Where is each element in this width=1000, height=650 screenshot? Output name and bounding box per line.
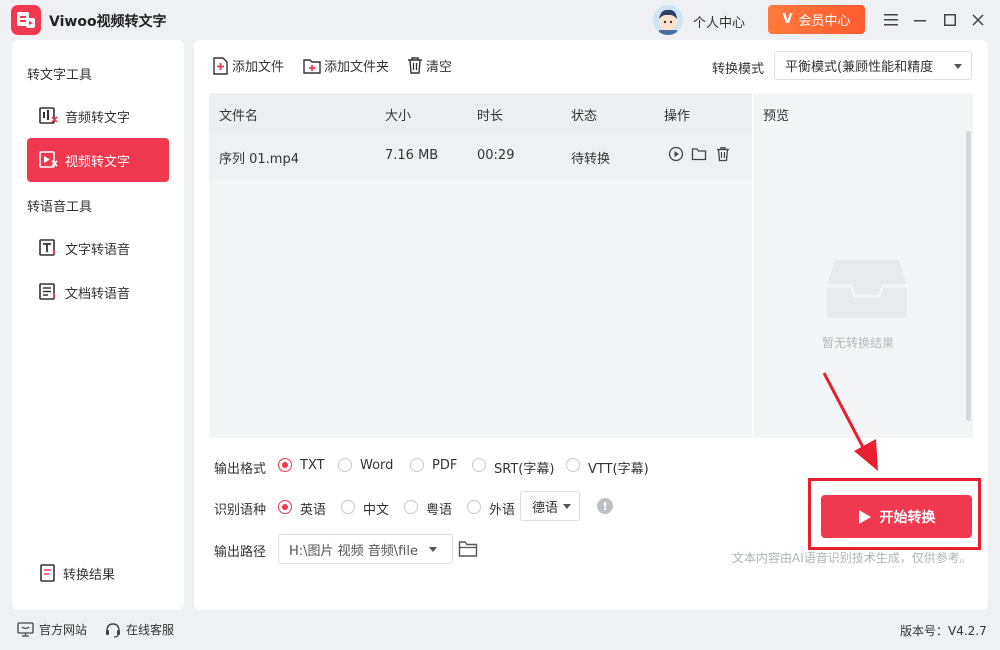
file-table: 文件名 大小 时长 状态 操作 序列 01.mp4 7.16 MB 00:29 … [209, 93, 752, 438]
table-row[interactable]: 序列 01.mp4 7.16 MB 00:29 待转换 [209, 131, 752, 179]
trash-icon [408, 57, 422, 74]
sidebar-item-text-to-speech[interactable]: 文字转语音 [27, 226, 169, 270]
column-header-status: 状态 [571, 109, 598, 124]
conversion-mode-label: 转换模式 [712, 62, 765, 77]
main-panel: 添加文件 添加文件夹 清空 转换模式 平衡模式(兼顾性能和精度 文件名 大小 时… [194, 40, 988, 610]
sidebar-item-audio-to-text[interactable]: 音频转文字 [27, 94, 169, 138]
file-size-cell: 7.16 MB [385, 148, 439, 163]
maximize-icon[interactable] [940, 10, 960, 30]
lang-radio-english[interactable] [278, 500, 292, 514]
column-header-size: 大小 [385, 109, 412, 124]
format-radio-srt[interactable] [472, 458, 486, 472]
lang-option-label: 中文 [363, 503, 390, 518]
add-folder-button[interactable]: 添加文件夹 [303, 56, 389, 75]
minimize-icon[interactable] [910, 10, 930, 30]
lang-radio-cantonese[interactable] [404, 500, 418, 514]
file-status-cell: 待转换 [571, 152, 611, 167]
play-icon[interactable] [668, 146, 684, 162]
sidebar-item-results[interactable]: 转换结果 [27, 551, 169, 595]
chevron-down-icon [429, 547, 437, 552]
format-radio-word[interactable] [338, 458, 352, 472]
add-file-button[interactable]: 添加文件 [212, 56, 284, 75]
video-doc-icon [39, 151, 58, 168]
play-icon [858, 509, 871, 524]
output-path-select[interactable]: H:\图片 视频 音频\file [278, 534, 453, 564]
format-option-label: Word [360, 458, 394, 473]
sidebar-item-video-to-text[interactable]: 视频转文字 [27, 138, 169, 182]
menu-icon[interactable] [881, 10, 901, 30]
table-header: 文件名 大小 时长 状态 操作 [209, 93, 752, 131]
preview-title: 预览 [763, 109, 790, 124]
column-header-actions: 操作 [664, 109, 691, 124]
results-doc-icon [40, 564, 55, 582]
column-header-name: 文件名 [219, 109, 259, 124]
format-radio-pdf[interactable] [410, 458, 424, 472]
recognition-language-label: 识别语种 [214, 503, 267, 518]
sidebar-item-label: 文档转语音 [65, 286, 131, 302]
vip-center-label: 会员中心 [798, 14, 851, 29]
section-text-tools: 转文字工具 [27, 68, 93, 83]
sidebar-item-doc-to-speech[interactable]: 文档转语音 [27, 270, 169, 314]
sidebar-item-label: 文字转语音 [65, 242, 131, 258]
conversion-mode-select[interactable]: 平衡模式(兼顾性能和精度 [774, 51, 972, 80]
audio-doc-icon [39, 107, 58, 124]
empty-inbox-icon [827, 260, 907, 318]
delete-icon[interactable] [715, 146, 731, 162]
sidebar-item-label: 视频转文字 [65, 154, 131, 170]
lang-option-label: 粤语 [426, 503, 453, 518]
column-header-duration: 时长 [477, 109, 504, 124]
add-file-icon [213, 56, 228, 75]
lang-option-label: 英语 [300, 503, 327, 518]
info-icon[interactable]: ! [597, 498, 613, 514]
title-bar: Viwoo视频转文字 个人中心 V 会员中心 [0, 0, 1000, 40]
format-option-label: PDF [432, 458, 458, 473]
empty-result-text: 暂无转换结果 [822, 336, 895, 350]
format-radio-vtt[interactable] [566, 458, 580, 472]
start-conversion-button[interactable]: 开始转换 [821, 495, 972, 538]
clear-button[interactable]: 清空 [407, 56, 452, 75]
file-name-cell: 序列 01.mp4 [219, 152, 299, 167]
close-icon[interactable] [968, 10, 988, 30]
output-path-label: 输出路径 [214, 545, 267, 560]
file-duration-cell: 00:29 [477, 148, 515, 163]
sidebar-item-label: 音频转文字 [65, 110, 131, 126]
add-folder-icon [303, 58, 321, 74]
vip-center-button[interactable]: V 会员中心 [768, 5, 865, 34]
browse-folder-icon[interactable] [458, 540, 478, 558]
format-option-label: TXT [300, 458, 325, 473]
format-option-label: VTT(字幕) [588, 462, 649, 477]
chevron-down-icon [563, 504, 571, 509]
lang-option-label: 外语 [489, 503, 516, 518]
annotation-arrow-icon [822, 372, 878, 471]
ai-disclaimer-text: 文本内容由AI语音识别技术生成，仅供参考。 [732, 551, 972, 565]
sidebar: 转文字工具 音频转文字 视频转文字 转语音工具 文字转语音 文档转语音 转换结果 [12, 40, 184, 610]
app-title: Viwoo视频转文字 [49, 14, 167, 30]
headset-icon [106, 622, 120, 638]
folder-icon[interactable] [691, 146, 707, 162]
app-logo-icon [11, 5, 41, 35]
official-website-link[interactable]: 官方网站 [17, 621, 87, 638]
profile-center-link[interactable]: 个人中心 [693, 12, 745, 31]
section-speech-tools: 转语音工具 [27, 200, 93, 215]
monitor-icon [17, 622, 34, 637]
doc-speech-icon [39, 283, 56, 300]
vip-badge-icon: V [782, 12, 793, 27]
preview-scrollbar[interactable] [966, 131, 971, 421]
text-speech-icon [39, 239, 56, 256]
foreign-language-select[interactable]: 德语 [520, 491, 580, 521]
lang-radio-foreign[interactable] [467, 500, 481, 514]
online-support-link[interactable]: 在线客服 [105, 621, 174, 638]
version-label: 版本号：V4.2.7 [900, 624, 987, 638]
format-radio-txt[interactable] [278, 458, 292, 472]
avatar[interactable] [653, 5, 683, 35]
lang-radio-chinese[interactable] [341, 500, 355, 514]
output-format-label: 输出格式 [214, 462, 267, 477]
sidebar-item-label: 转换结果 [63, 567, 116, 583]
chevron-down-icon [954, 64, 962, 69]
format-option-label: SRT(字幕) [494, 462, 555, 477]
